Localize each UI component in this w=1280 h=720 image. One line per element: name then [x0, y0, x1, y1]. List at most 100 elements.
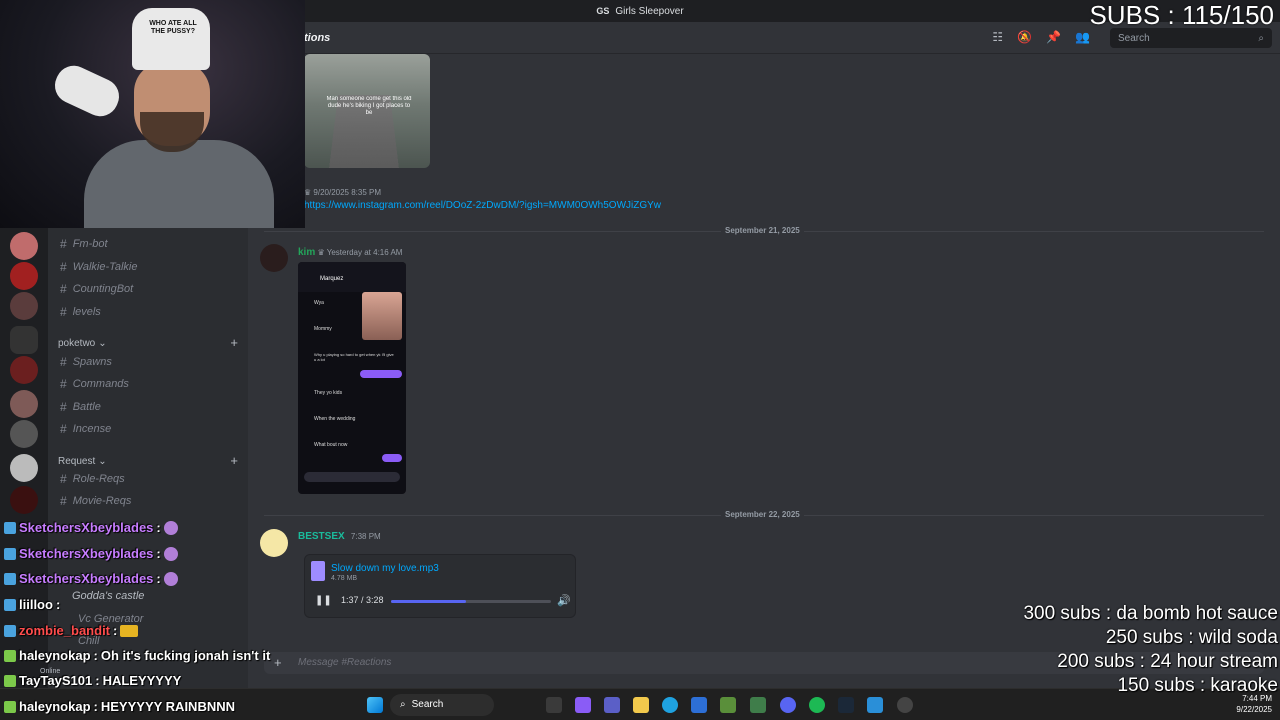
- taskbar-search[interactable]: ⌕ Search: [390, 694, 494, 716]
- chat-bubble-text: Wya: [314, 300, 324, 306]
- stream-chat-line: zombie_bandit:: [4, 623, 139, 638]
- hash-icon: #: [60, 260, 67, 274]
- avatar[interactable]: [260, 529, 288, 557]
- streamer-hat: [132, 8, 210, 70]
- mute-icon[interactable]: 🔕: [1017, 30, 1032, 44]
- add-channel-icon[interactable]: +: [230, 335, 238, 350]
- stream-chat-line: SketchersXbeyblades:: [4, 546, 178, 561]
- copilot-icon[interactable]: [575, 697, 591, 713]
- badge-icon: [4, 700, 16, 713]
- audio-filesize: 4.78 MB: [331, 575, 358, 582]
- message-header: kim ♛ Yesterday at 4:16 AM: [298, 247, 402, 258]
- discord-icon[interactable]: [780, 697, 796, 713]
- badge-icon: [4, 521, 16, 534]
- category-request[interactable]: Request ⌄: [58, 456, 107, 467]
- server-icon[interactable]: [10, 356, 38, 384]
- channel-label: Commands: [72, 378, 129, 390]
- chat-bubble-text: Why u playing so hard to get when yk I'l…: [314, 352, 394, 362]
- channel-countingbot[interactable]: # CountingBot: [60, 280, 133, 298]
- audio-seek-bar[interactable]: [391, 600, 551, 603]
- server-rail: [0, 228, 48, 688]
- app-icon[interactable]: [867, 697, 883, 713]
- message-author[interactable]: kim: [298, 247, 315, 258]
- category-poketwo[interactable]: poketwo ⌄: [58, 338, 107, 349]
- channel-incense[interactable]: # Incense: [60, 420, 111, 438]
- server-icon[interactable]: [10, 420, 38, 448]
- channel-movie-reqs[interactable]: # Movie-Reqs: [60, 492, 131, 510]
- members-icon[interactable]: 👥: [1075, 30, 1090, 44]
- plus-icon[interactable]: +: [274, 655, 282, 670]
- channel-fm-bot[interactable]: # Fm-bot: [60, 235, 108, 253]
- chat-username: liilloo: [19, 597, 53, 612]
- channel-label: Movie-Reqs: [72, 495, 132, 507]
- spotify-icon[interactable]: [809, 697, 825, 713]
- crown-icon: ♛: [317, 248, 325, 257]
- start-icon[interactable]: [367, 697, 383, 713]
- voice-channel-godda[interactable]: Godda's castle: [72, 587, 144, 605]
- search-icon: ⌕: [1258, 32, 1264, 44]
- channel-walkie-talkie[interactable]: # Walkie-Talkie: [60, 258, 138, 276]
- server-badge: GS: [596, 6, 610, 16]
- channel-label: levels: [72, 306, 101, 318]
- chat-username: haleynokap: [19, 699, 91, 714]
- avatar[interactable]: [260, 244, 288, 272]
- app-icon[interactable]: [750, 697, 766, 713]
- channel-role-reqs[interactable]: # Role-Reqs: [60, 470, 125, 488]
- channel-battle[interactable]: # Battle: [60, 398, 101, 416]
- sub-goal: 200 subs : 24 hour stream: [1057, 651, 1278, 672]
- pause-icon[interactable]: ❚❚: [315, 595, 332, 606]
- hash-icon: #: [60, 237, 67, 251]
- server-icon[interactable]: [10, 390, 38, 418]
- badge-icon: [4, 598, 16, 611]
- channel-name: tions: [304, 32, 331, 44]
- badge-icon: [4, 547, 16, 560]
- teams-icon[interactable]: [604, 697, 620, 713]
- phone-screenshot[interactable]: Marquez Wya Mommy Why u playing so hard …: [298, 262, 406, 494]
- server-icon[interactable]: [10, 486, 38, 514]
- volume-icon[interactable]: 🔊: [557, 594, 571, 607]
- video-caption: Man someone come get this old dude he's …: [326, 96, 412, 116]
- channel-levels[interactable]: # levels: [60, 303, 101, 321]
- crown-icon: ♛: [304, 188, 312, 197]
- server-icon[interactable]: [10, 232, 38, 260]
- message-header: BESTSEX 7:38 PM: [298, 531, 381, 542]
- chat-username: haleynokap: [19, 648, 91, 663]
- edge-icon[interactable]: [662, 697, 678, 713]
- emote-icon: [163, 546, 178, 561]
- server-icon[interactable]: [10, 326, 38, 354]
- chat-username: TayTayS101: [19, 673, 93, 688]
- channel-label: Incense: [72, 423, 112, 435]
- hash-icon: #: [60, 472, 67, 486]
- channel-commands[interactable]: # Commands: [60, 375, 129, 393]
- server-icon[interactable]: [10, 262, 38, 290]
- minecraft-icon[interactable]: [720, 697, 736, 713]
- emote-icon: [163, 520, 178, 535]
- instagram-link[interactable]: https://www.instagram.com/reel/DOoZ-2zDw…: [304, 200, 661, 211]
- store-icon[interactable]: [691, 697, 707, 713]
- message-author[interactable]: BESTSEX: [298, 531, 345, 542]
- stream-chat-line: SketchersXbeyblades:: [4, 571, 178, 586]
- threads-icon[interactable]: ☷: [992, 30, 1003, 44]
- subs-counter: SUBS : 115/150: [1089, 0, 1274, 30]
- search-input[interactable]: Search ⌕: [1110, 28, 1272, 48]
- system-clock[interactable]: 7:44 PM 9/22/2025: [1236, 693, 1272, 715]
- channel-spawns[interactable]: # Spawns: [60, 353, 112, 371]
- steam-icon[interactable]: [838, 697, 854, 713]
- header-toolbar: ☷ 🔕 📌 👥: [992, 30, 1090, 44]
- photo-attachment: [362, 292, 402, 340]
- audio-filename[interactable]: Slow down my love.mp3: [331, 563, 439, 574]
- file-explorer-icon[interactable]: [633, 697, 649, 713]
- video-thumbnail[interactable]: Man someone come get this old dude he's …: [304, 54, 430, 168]
- hash-icon: #: [60, 305, 67, 319]
- channel-sidebar: # Fm-bot # Walkie-Talkie # CountingBot # lev…: [40, 228, 248, 688]
- chat-main: tions ☷ 🔕 📌 👥 Search ⌕ Man someone come …: [248, 22, 1280, 688]
- hash-icon: #: [60, 422, 67, 436]
- server-icon[interactable]: [10, 292, 38, 320]
- task-view-icon[interactable]: [546, 697, 562, 713]
- pin-icon[interactable]: 📌: [1046, 30, 1061, 44]
- add-channel-icon[interactable]: +: [230, 453, 238, 468]
- server-icon[interactable]: [10, 454, 38, 482]
- chat-bubble-text: When the wedding: [314, 416, 356, 422]
- obs-icon[interactable]: [897, 697, 913, 713]
- chat-username: zombie_bandit: [19, 623, 111, 638]
